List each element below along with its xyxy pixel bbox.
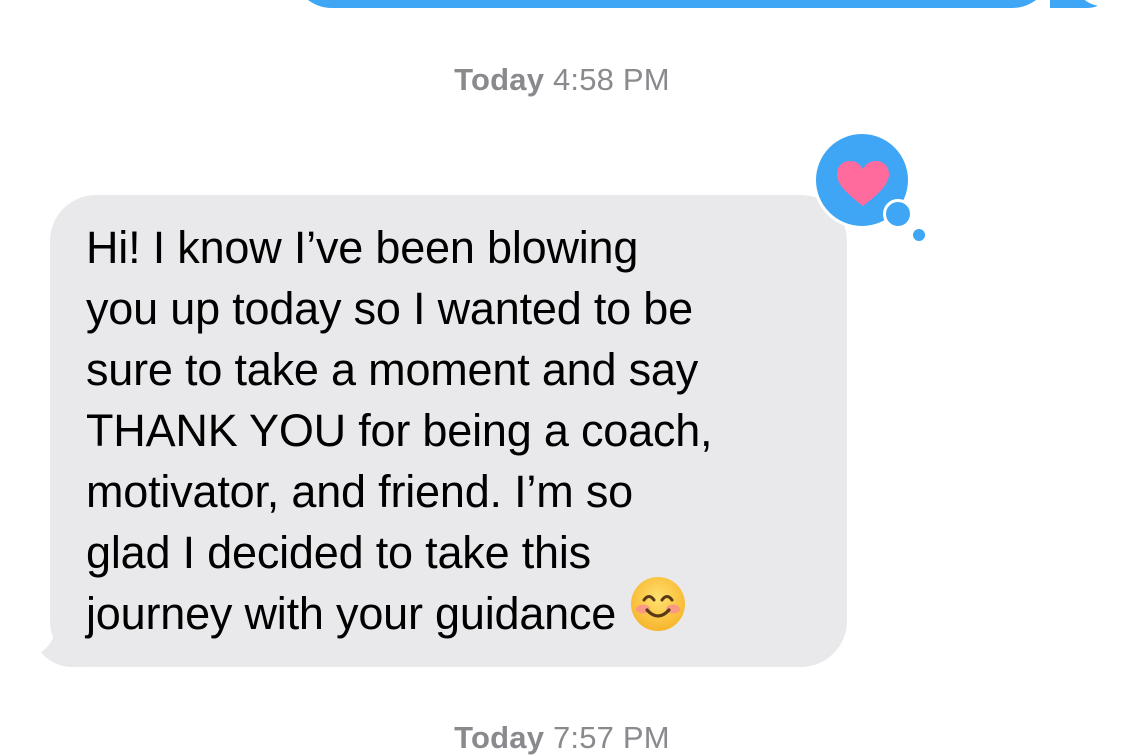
timestamp-day: Today: [454, 62, 545, 97]
timestamp-time: 7:57 PM: [552, 720, 670, 755]
message-text: Hi! I know I’ve been blowing you up toda…: [86, 217, 811, 647]
heart-icon: [836, 160, 890, 213]
tapback-tail-dot-small: [911, 227, 927, 243]
message-body: Hi! I know I’ve been blowing you up toda…: [86, 222, 713, 639]
message-timestamp: Today 7:57 PM: [0, 720, 1124, 756]
timestamp-time: 4:58 PM: [552, 62, 670, 97]
smiling-face-emoji-icon: [630, 576, 686, 647]
message-timestamp: Today 4:58 PM: [0, 62, 1124, 98]
timestamp-day: Today: [454, 720, 545, 755]
incoming-message-bubble[interactable]: Hi! I know I’ve been blowing you up toda…: [50, 195, 847, 667]
outgoing-message-bubble[interactable]: [292, 0, 1052, 8]
